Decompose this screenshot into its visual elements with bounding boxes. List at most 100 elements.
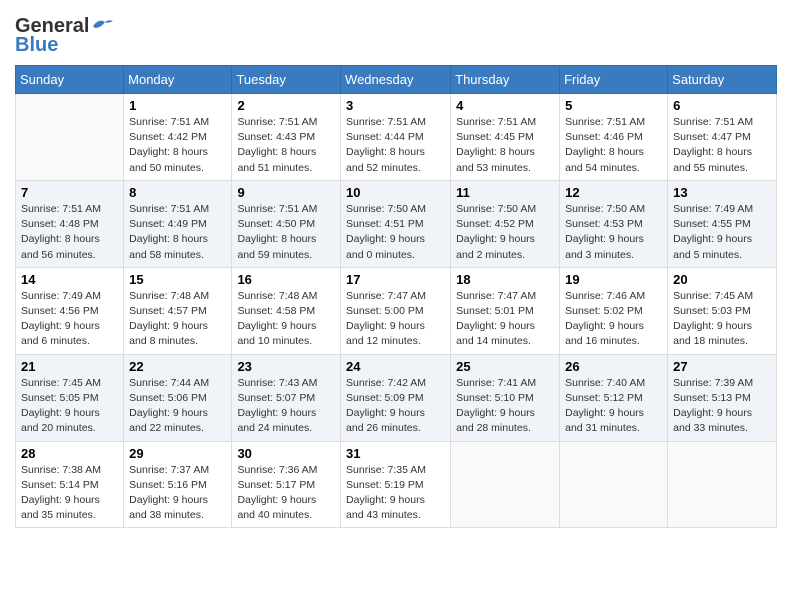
day-info: Sunrise: 7:51 AMSunset: 4:42 PMDaylight:… <box>129 115 226 176</box>
calendar-week-row: 28 Sunrise: 7:38 AMSunset: 5:14 PMDayligh… <box>16 441 777 528</box>
day-info: Sunrise: 7:50 AMSunset: 4:52 PMDaylight:… <box>456 202 554 263</box>
day-number: 2 <box>237 98 335 113</box>
day-number: 23 <box>237 359 335 374</box>
day-info: Sunrise: 7:51 AMSunset: 4:47 PMDaylight:… <box>673 115 771 176</box>
calendar-week-row: 7 Sunrise: 7:51 AMSunset: 4:48 PMDaylight… <box>16 180 777 267</box>
logo-blue-text: Blue <box>15 34 58 57</box>
day-info: Sunrise: 7:38 AMSunset: 5:14 PMDaylight:… <box>21 463 118 524</box>
calendar-day-cell: 11 Sunrise: 7:50 AMSunset: 4:52 PMDayligh… <box>451 180 560 267</box>
calendar-day-cell: 17 Sunrise: 7:47 AMSunset: 5:00 PMDayligh… <box>341 267 451 354</box>
weekday-header: Friday <box>560 66 668 94</box>
day-number: 26 <box>565 359 662 374</box>
day-info: Sunrise: 7:46 AMSunset: 5:02 PMDaylight:… <box>565 289 662 350</box>
day-number: 21 <box>21 359 118 374</box>
logo: General Blue <box>15 15 113 57</box>
day-number: 27 <box>673 359 771 374</box>
calendar-day-cell: 27 Sunrise: 7:39 AMSunset: 5:13 PMDayligh… <box>668 354 777 441</box>
day-number: 28 <box>21 446 118 461</box>
day-number: 25 <box>456 359 554 374</box>
day-info: Sunrise: 7:47 AMSunset: 5:00 PMDaylight:… <box>346 289 445 350</box>
calendar-day-cell: 28 Sunrise: 7:38 AMSunset: 5:14 PMDayligh… <box>16 441 124 528</box>
day-number: 12 <box>565 185 662 200</box>
day-info: Sunrise: 7:44 AMSunset: 5:06 PMDaylight:… <box>129 376 226 437</box>
weekday-header: Thursday <box>451 66 560 94</box>
calendar-day-cell <box>16 94 124 181</box>
calendar-day-cell: 4Sunrise: 7:51 AMSunset: 4:45 PMDaylight… <box>451 94 560 181</box>
day-info: Sunrise: 7:45 AMSunset: 5:03 PMDaylight:… <box>673 289 771 350</box>
day-number: 3 <box>346 98 445 113</box>
day-number: 11 <box>456 185 554 200</box>
calendar-day-cell: 25Sunrise: 7:41 AMSunset: 5:10 PMDayligh… <box>451 354 560 441</box>
day-number: 7 <box>21 185 118 200</box>
day-number: 19 <box>565 272 662 287</box>
day-number: 30 <box>237 446 335 461</box>
calendar-day-cell: 8 Sunrise: 7:51 AMSunset: 4:49 PMDaylight… <box>124 180 232 267</box>
day-number: 20 <box>673 272 771 287</box>
day-number: 10 <box>346 185 445 200</box>
day-info: Sunrise: 7:37 AMSunset: 5:16 PMDaylight:… <box>129 463 226 524</box>
calendar-day-cell <box>451 441 560 528</box>
day-info: Sunrise: 7:50 AMSunset: 4:53 PMDaylight:… <box>565 202 662 263</box>
day-number: 18 <box>456 272 554 287</box>
calendar-day-cell: 16 Sunrise: 7:48 AMSunset: 4:58 PMDayligh… <box>232 267 341 354</box>
calendar-day-cell: 20 Sunrise: 7:45 AMSunset: 5:03 PMDayligh… <box>668 267 777 354</box>
day-number: 29 <box>129 446 226 461</box>
calendar-day-cell: 10 Sunrise: 7:50 AMSunset: 4:51 PMDayligh… <box>341 180 451 267</box>
day-info: Sunrise: 7:51 AMSunset: 4:49 PMDaylight:… <box>129 202 226 263</box>
calendar-day-cell: 18 Sunrise: 7:47 AMSunset: 5:01 PMDayligh… <box>451 267 560 354</box>
calendar-day-cell: 26Sunrise: 7:40 AMSunset: 5:12 PMDayligh… <box>560 354 668 441</box>
day-info: Sunrise: 7:39 AMSunset: 5:13 PMDaylight:… <box>673 376 771 437</box>
day-info: Sunrise: 7:48 AMSunset: 4:58 PMDaylight:… <box>237 289 335 350</box>
calendar-day-cell: 2Sunrise: 7:51 AMSunset: 4:43 PMDaylight… <box>232 94 341 181</box>
day-number: 1 <box>129 98 226 113</box>
calendar-day-cell: 15Sunrise: 7:48 AMSunset: 4:57 PMDayligh… <box>124 267 232 354</box>
calendar-day-cell: 30 Sunrise: 7:36 AMSunset: 5:17 PMDayligh… <box>232 441 341 528</box>
day-number: 8 <box>129 185 226 200</box>
day-number: 14 <box>21 272 118 287</box>
day-number: 13 <box>673 185 771 200</box>
day-info: Sunrise: 7:51 AMSunset: 4:50 PMDaylight:… <box>237 202 335 263</box>
calendar-day-cell: 5Sunrise: 7:51 AMSunset: 4:46 PMDaylight… <box>560 94 668 181</box>
day-info: Sunrise: 7:47 AMSunset: 5:01 PMDaylight:… <box>456 289 554 350</box>
calendar-week-row: 14 Sunrise: 7:49 AMSunset: 4:56 PMDayligh… <box>16 267 777 354</box>
calendar-day-cell: 21 Sunrise: 7:45 AMSunset: 5:05 PMDayligh… <box>16 354 124 441</box>
day-info: Sunrise: 7:36 AMSunset: 5:17 PMDaylight:… <box>237 463 335 524</box>
day-info: Sunrise: 7:35 AMSunset: 5:19 PMDaylight:… <box>346 463 445 524</box>
calendar-week-row: 1 Sunrise: 7:51 AMSunset: 4:42 PMDaylight… <box>16 94 777 181</box>
weekday-header: Saturday <box>668 66 777 94</box>
day-number: 6 <box>673 98 771 113</box>
day-number: 24 <box>346 359 445 374</box>
day-number: 9 <box>237 185 335 200</box>
day-info: Sunrise: 7:51 AMSunset: 4:45 PMDaylight:… <box>456 115 554 176</box>
day-info: Sunrise: 7:49 AMSunset: 4:56 PMDaylight:… <box>21 289 118 350</box>
calendar-header-row: SundayMondayTuesdayWednesdayThursdayFrid… <box>16 66 777 94</box>
day-info: Sunrise: 7:51 AMSunset: 4:44 PMDaylight:… <box>346 115 445 176</box>
calendar-week-row: 21 Sunrise: 7:45 AMSunset: 5:05 PMDayligh… <box>16 354 777 441</box>
day-info: Sunrise: 7:43 AMSunset: 5:07 PMDaylight:… <box>237 376 335 437</box>
day-info: Sunrise: 7:50 AMSunset: 4:51 PMDaylight:… <box>346 202 445 263</box>
day-number: 16 <box>237 272 335 287</box>
calendar-day-cell: 23 Sunrise: 7:43 AMSunset: 5:07 PMDayligh… <box>232 354 341 441</box>
day-info: Sunrise: 7:42 AMSunset: 5:09 PMDaylight:… <box>346 376 445 437</box>
calendar-day-cell: 22 Sunrise: 7:44 AMSunset: 5:06 PMDayligh… <box>124 354 232 441</box>
page-header: General Blue <box>15 10 777 57</box>
day-info: Sunrise: 7:51 AMSunset: 4:46 PMDaylight:… <box>565 115 662 176</box>
day-number: 17 <box>346 272 445 287</box>
day-info: Sunrise: 7:45 AMSunset: 5:05 PMDaylight:… <box>21 376 118 437</box>
day-info: Sunrise: 7:48 AMSunset: 4:57 PMDaylight:… <box>129 289 226 350</box>
calendar-day-cell: 31Sunrise: 7:35 AMSunset: 5:19 PMDayligh… <box>341 441 451 528</box>
calendar-day-cell: 29 Sunrise: 7:37 AMSunset: 5:16 PMDayligh… <box>124 441 232 528</box>
calendar-day-cell <box>560 441 668 528</box>
calendar-day-cell: 12 Sunrise: 7:50 AMSunset: 4:53 PMDayligh… <box>560 180 668 267</box>
calendar-day-cell: 9 Sunrise: 7:51 AMSunset: 4:50 PMDaylight… <box>232 180 341 267</box>
weekday-header: Wednesday <box>341 66 451 94</box>
calendar-day-cell: 14 Sunrise: 7:49 AMSunset: 4:56 PMDayligh… <box>16 267 124 354</box>
calendar-day-cell: 3 Sunrise: 7:51 AMSunset: 4:44 PMDaylight… <box>341 94 451 181</box>
day-info: Sunrise: 7:51 AMSunset: 4:48 PMDaylight:… <box>21 202 118 263</box>
weekday-header: Tuesday <box>232 66 341 94</box>
day-number: 22 <box>129 359 226 374</box>
calendar-day-cell: 6 Sunrise: 7:51 AMSunset: 4:47 PMDaylight… <box>668 94 777 181</box>
calendar-table: SundayMondayTuesdayWednesdayThursdayFrid… <box>15 65 777 528</box>
calendar-day-cell: 24 Sunrise: 7:42 AMSunset: 5:09 PMDayligh… <box>341 354 451 441</box>
day-info: Sunrise: 7:49 AMSunset: 4:55 PMDaylight:… <box>673 202 771 263</box>
